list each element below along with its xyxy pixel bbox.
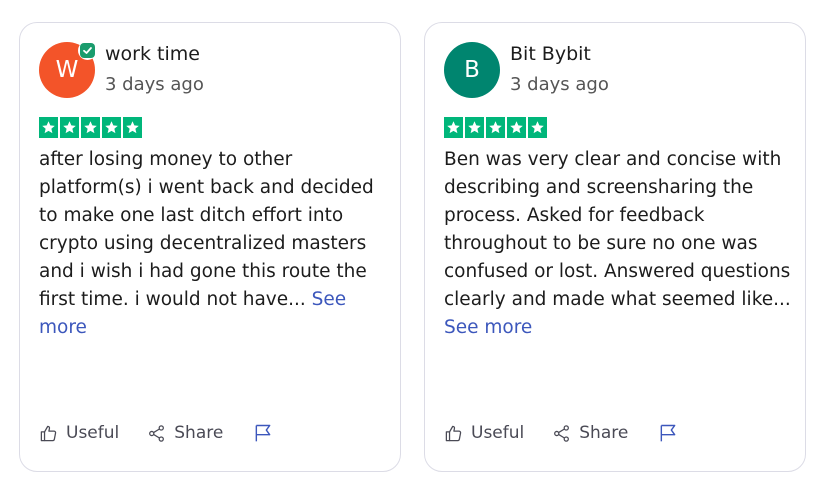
useful-button[interactable]: Useful xyxy=(444,423,524,443)
review-text: Ben was very clear and concise with desc… xyxy=(444,149,791,310)
star-icon xyxy=(123,117,142,138)
star-icon xyxy=(486,117,505,138)
share-label: Share xyxy=(174,423,224,443)
share-button[interactable]: Share xyxy=(552,423,628,443)
useful-button[interactable]: Useful xyxy=(39,423,119,443)
see-more-link[interactable]: See more xyxy=(444,317,532,338)
flag-icon xyxy=(658,422,678,444)
report-button[interactable] xyxy=(253,422,273,444)
share-icon xyxy=(552,424,571,443)
avatar[interactable]: B xyxy=(444,42,500,98)
avatar-initial: W xyxy=(55,57,79,83)
star-icon xyxy=(444,117,463,138)
avatar-initial: B xyxy=(464,57,480,83)
share-icon xyxy=(147,424,166,443)
star-icon xyxy=(81,117,100,138)
star-rating xyxy=(39,117,142,138)
star-rating xyxy=(444,117,547,138)
share-label: Share xyxy=(579,423,629,443)
report-button[interactable] xyxy=(658,422,678,444)
review-actions: Useful Share xyxy=(444,420,678,446)
flag-icon xyxy=(253,422,273,444)
useful-label: Useful xyxy=(66,423,120,443)
star-icon xyxy=(60,117,79,138)
star-icon xyxy=(102,117,121,138)
thumbs-up-icon xyxy=(39,424,58,443)
reviewer-name[interactable]: Bit Bybit xyxy=(510,43,591,65)
review-text-block: Ben was very clear and concise with desc… xyxy=(444,146,792,342)
share-button[interactable]: Share xyxy=(147,423,223,443)
review-date: 3 days ago xyxy=(510,74,609,95)
verified-check-icon xyxy=(78,41,97,60)
thumbs-up-icon xyxy=(444,424,463,443)
star-icon xyxy=(39,117,58,138)
review-text: after losing money to other platform(s) … xyxy=(39,149,374,310)
star-icon xyxy=(507,117,526,138)
review-card: B Bit Bybit 3 days ago Ben was very clea… xyxy=(424,22,806,472)
review-text-block: after losing money to other platform(s) … xyxy=(39,146,387,342)
reviewer-name[interactable]: work time xyxy=(105,43,200,65)
review-date: 3 days ago xyxy=(105,74,204,95)
useful-label: Useful xyxy=(471,423,525,443)
review-actions: Useful Share xyxy=(39,420,273,446)
star-icon xyxy=(528,117,547,138)
review-card: W work time 3 days ago after losing mone… xyxy=(19,22,401,472)
star-icon xyxy=(465,117,484,138)
